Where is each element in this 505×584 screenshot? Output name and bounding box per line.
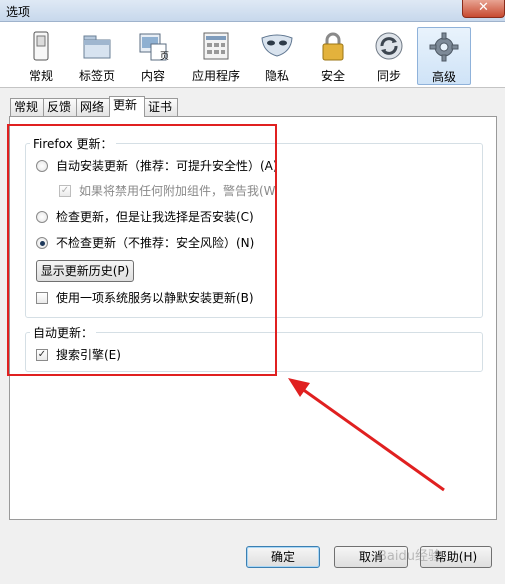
pane-label: 高级 — [431, 70, 456, 84]
pane-label: 隐私 — [264, 69, 289, 83]
tab-general[interactable]: 常规 — [10, 98, 44, 116]
close-button[interactable]: ✕ — [462, 0, 505, 18]
close-icon: ✕ — [478, 0, 489, 15]
pane-applications[interactable]: 应用程序 — [188, 27, 244, 85]
tab-feedback[interactable]: 反馈 — [43, 98, 77, 116]
mask-icon — [261, 34, 293, 57]
pane-label: 内容 — [140, 69, 165, 83]
pane-advanced[interactable]: 高级 — [417, 27, 471, 85]
content-badge: 页 — [160, 52, 170, 62]
title-bar: 选项 ✕ — [0, 0, 505, 22]
watermark: Baidu经验 — [378, 549, 441, 564]
pane-label: 常规 — [28, 69, 53, 83]
pane-label: 应用程序 — [191, 69, 240, 83]
pane-sync[interactable]: 同步 — [362, 27, 416, 85]
sync-icon — [375, 32, 403, 60]
pane-tabs[interactable]: 标签页 — [70, 27, 124, 85]
pane-content[interactable]: 页 内容 — [126, 27, 180, 85]
window-title: 选项 — [6, 5, 31, 19]
tab-certificates[interactable]: 证书 — [144, 98, 178, 116]
ok-button[interactable]: 确定 — [246, 546, 320, 568]
pane-label: 安全 — [320, 69, 345, 83]
pane-label: 标签页 — [78, 69, 115, 83]
switch-icon — [33, 31, 49, 61]
tab-network[interactable]: 网络 — [76, 98, 110, 116]
folder-tabs-icon — [83, 35, 111, 59]
pane-security[interactable]: 安全 — [306, 27, 360, 85]
tab-update[interactable]: 更新 — [109, 96, 145, 117]
gear-icon — [429, 32, 459, 62]
applications-icon — [203, 32, 229, 60]
pane-label: 同步 — [376, 69, 401, 83]
pane-toolbar: 常规 标签页 页 内容 应用程序 隐私 安全 同步 高级 — [0, 22, 505, 88]
lock-icon — [322, 32, 344, 61]
pane-privacy[interactable]: 隐私 — [250, 27, 304, 85]
pane-general[interactable]: 常规 — [14, 27, 68, 85]
annotation-highlight-box — [7, 124, 277, 376]
